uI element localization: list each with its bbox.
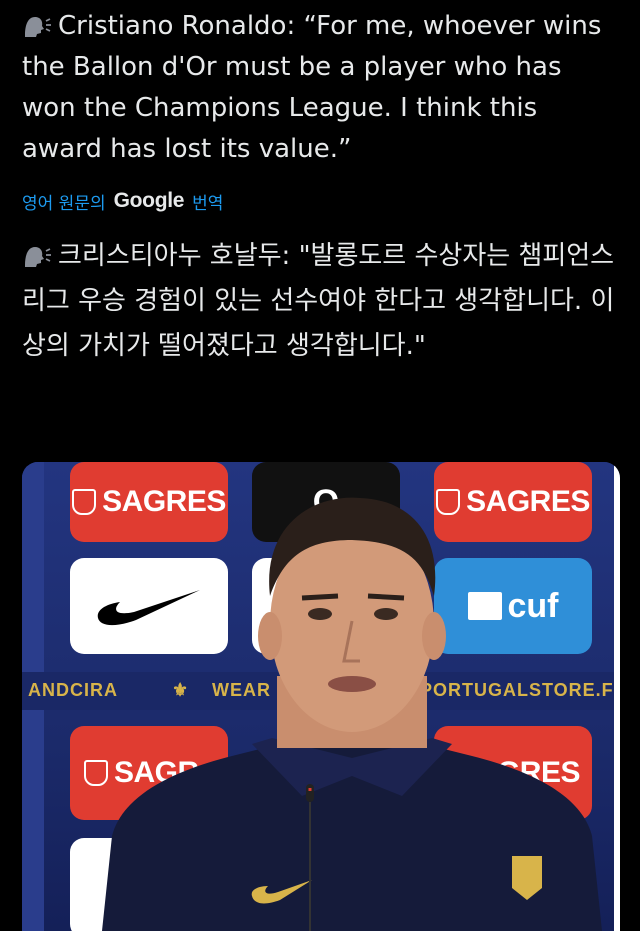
tweet-korean-text: 크리스티아누 호날두: "발롱도르 수상자는 챔피언스리그 우승 경험이 있는 … [22,234,622,369]
translation-attribution[interactable]: 영어 원문의 Google 번역 [22,186,223,216]
translate-prefix[interactable]: 영어 원문의 [22,189,106,214]
english-quote: Cristiano Ronaldo: “For me, whoever wins… [22,11,602,164]
korean-quote: 크리스티아누 호날두: "발롱도르 수상자는 챔피언스리그 우승 경험이 있는 … [22,241,615,361]
tweet-media-photo[interactable]: SAGRES O SAGRES cuf ANDCIRA ⚜ WEAR ⚜ POR… [22,462,620,931]
google-logo: Google [113,189,185,212]
microphone-icon [306,784,314,931]
translate-suffix[interactable]: 번역 [192,189,223,214]
tweet-english-text: Cristiano Ronaldo: “For me, whoever wins… [22,6,622,170]
speaker-person [102,497,602,931]
shield-icon [72,489,97,515]
backdrop-right-edge [614,462,620,931]
speaking-head-icon [25,17,51,37]
speaking-head-icon [25,247,51,267]
